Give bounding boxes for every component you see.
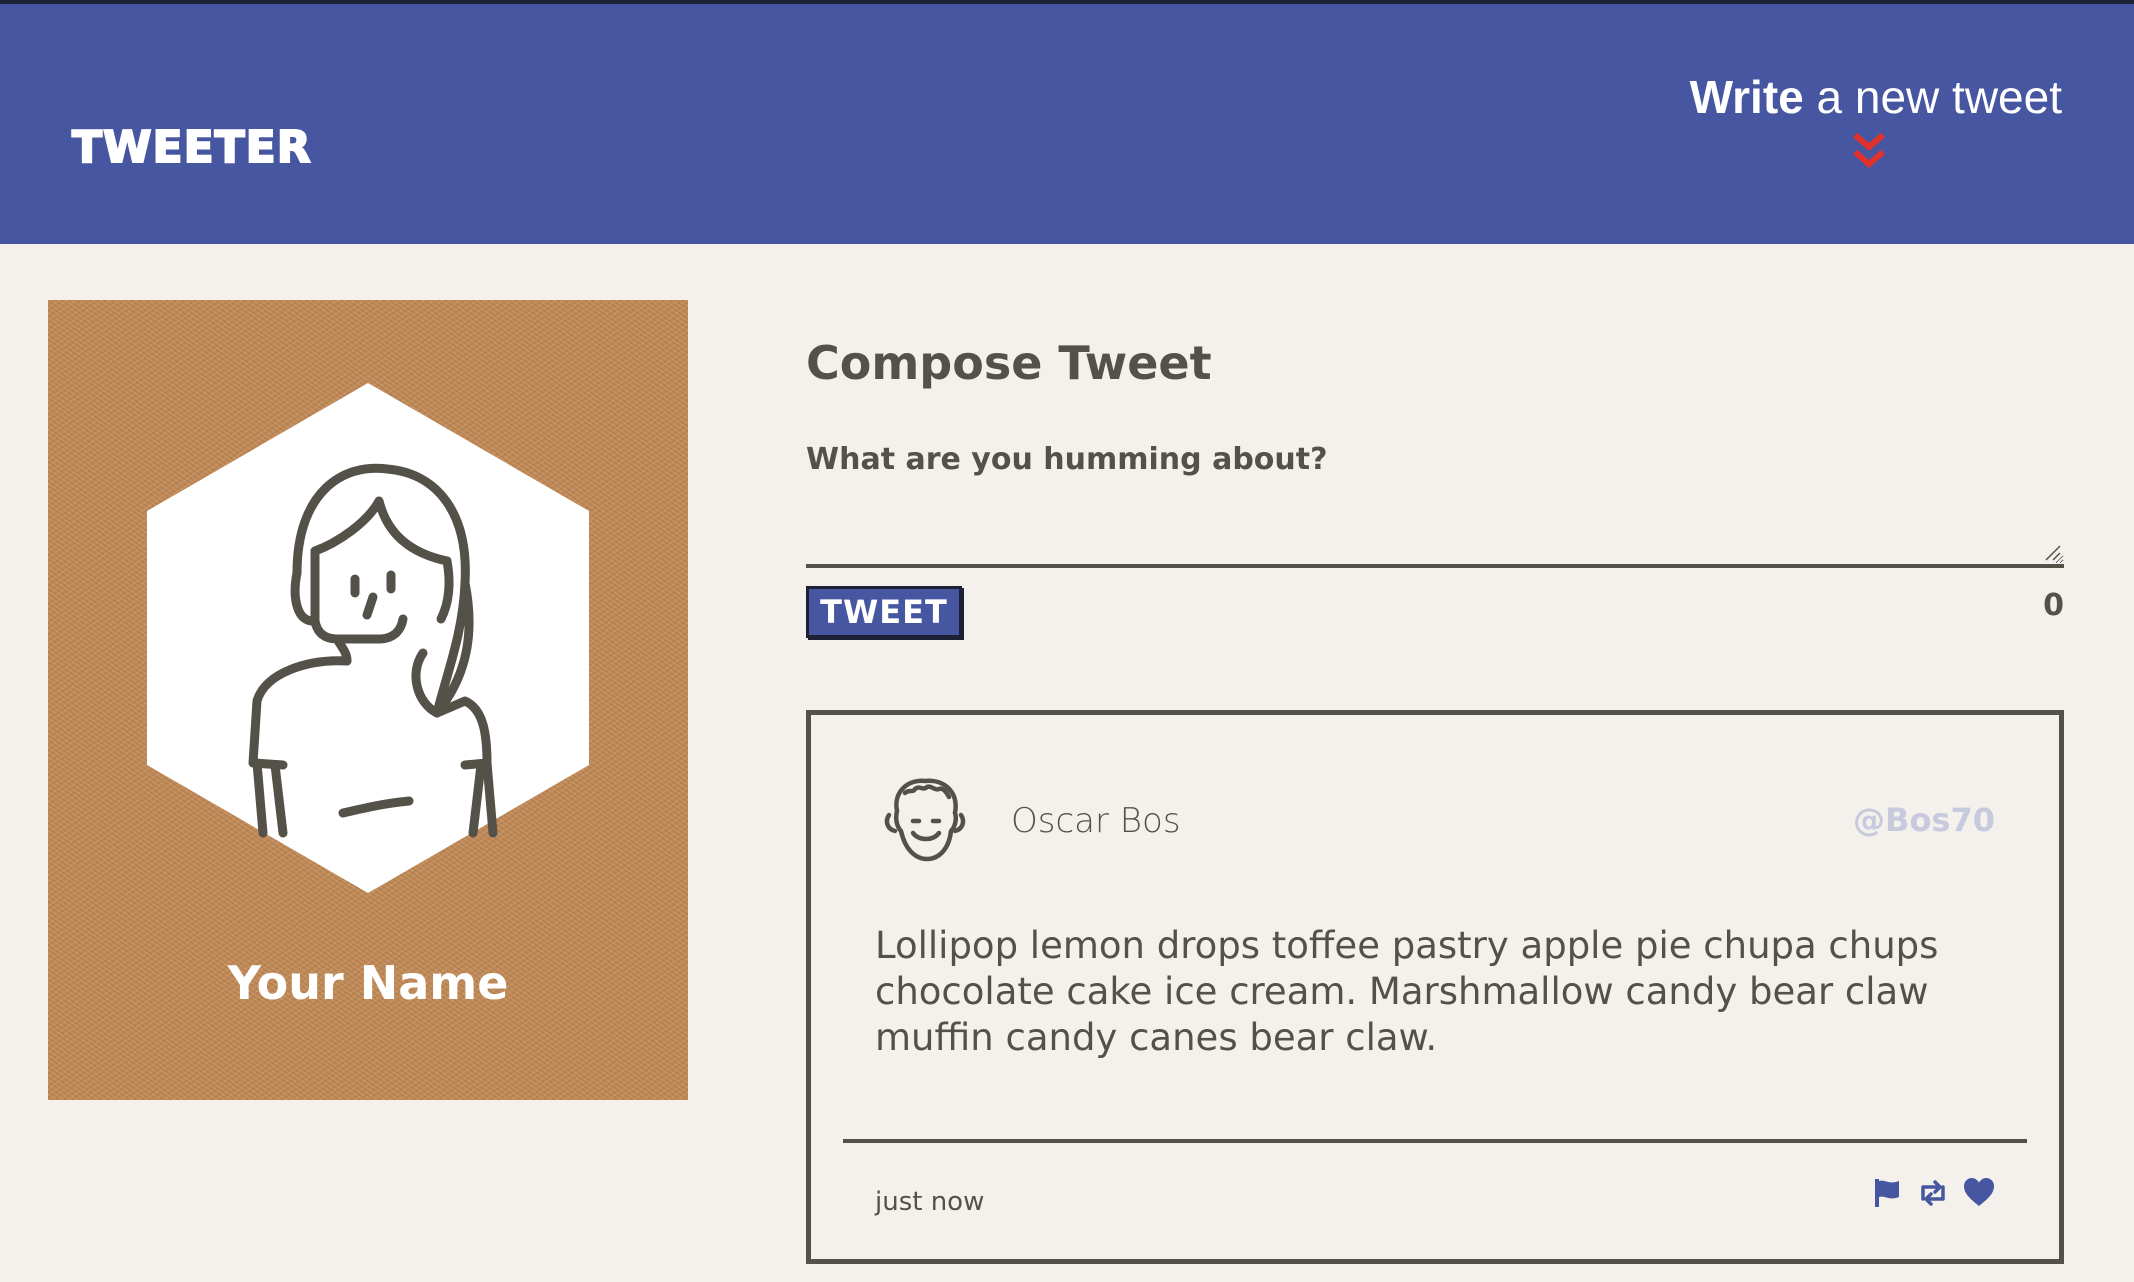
tweet-author-name: Oscar Bos bbox=[1011, 801, 1181, 841]
tweet-divider bbox=[843, 1139, 2027, 1143]
heart-icon[interactable] bbox=[1961, 1175, 1997, 1211]
write-label-bold: Write bbox=[1689, 71, 1804, 123]
tweet-card: Oscar Bos @Bos70 Lollipop lemon drops to… bbox=[806, 710, 2064, 1264]
flag-icon[interactable] bbox=[1869, 1175, 1905, 1211]
logo[interactable]: TWEETER bbox=[71, 121, 312, 174]
top-nav: TWEETER Write a new tweet bbox=[0, 0, 2134, 244]
tweet-button[interactable]: TWEET bbox=[806, 586, 962, 638]
retweet-icon[interactable] bbox=[1915, 1175, 1951, 1211]
user-avatar bbox=[147, 383, 589, 893]
tweet-text-input[interactable] bbox=[806, 442, 2064, 568]
compose-title: Compose Tweet bbox=[806, 336, 1212, 390]
write-label-rest: a new tweet bbox=[1803, 71, 2063, 123]
tweet-author-handle: @Bos70 bbox=[1853, 801, 1995, 839]
tweet-actions bbox=[1869, 1175, 1997, 1215]
resize-grip-icon[interactable] bbox=[2044, 544, 2062, 562]
tweet-timestamp: just now bbox=[875, 1187, 985, 1217]
double-chevron-down-icon[interactable] bbox=[1852, 132, 1886, 172]
write-tweet-toggle[interactable]: Write a new tweet bbox=[1662, 70, 2062, 180]
write-tweet-label: Write a new tweet bbox=[1662, 70, 2062, 124]
tweet-author-avatar bbox=[884, 778, 966, 862]
profile-card: Your Name bbox=[48, 300, 688, 1100]
tweet-body: Lollipop lemon drops toffee pastry apple… bbox=[875, 924, 1939, 1059]
profile-name: Your Name bbox=[227, 956, 509, 1010]
character-counter: 0 bbox=[2043, 588, 2064, 623]
